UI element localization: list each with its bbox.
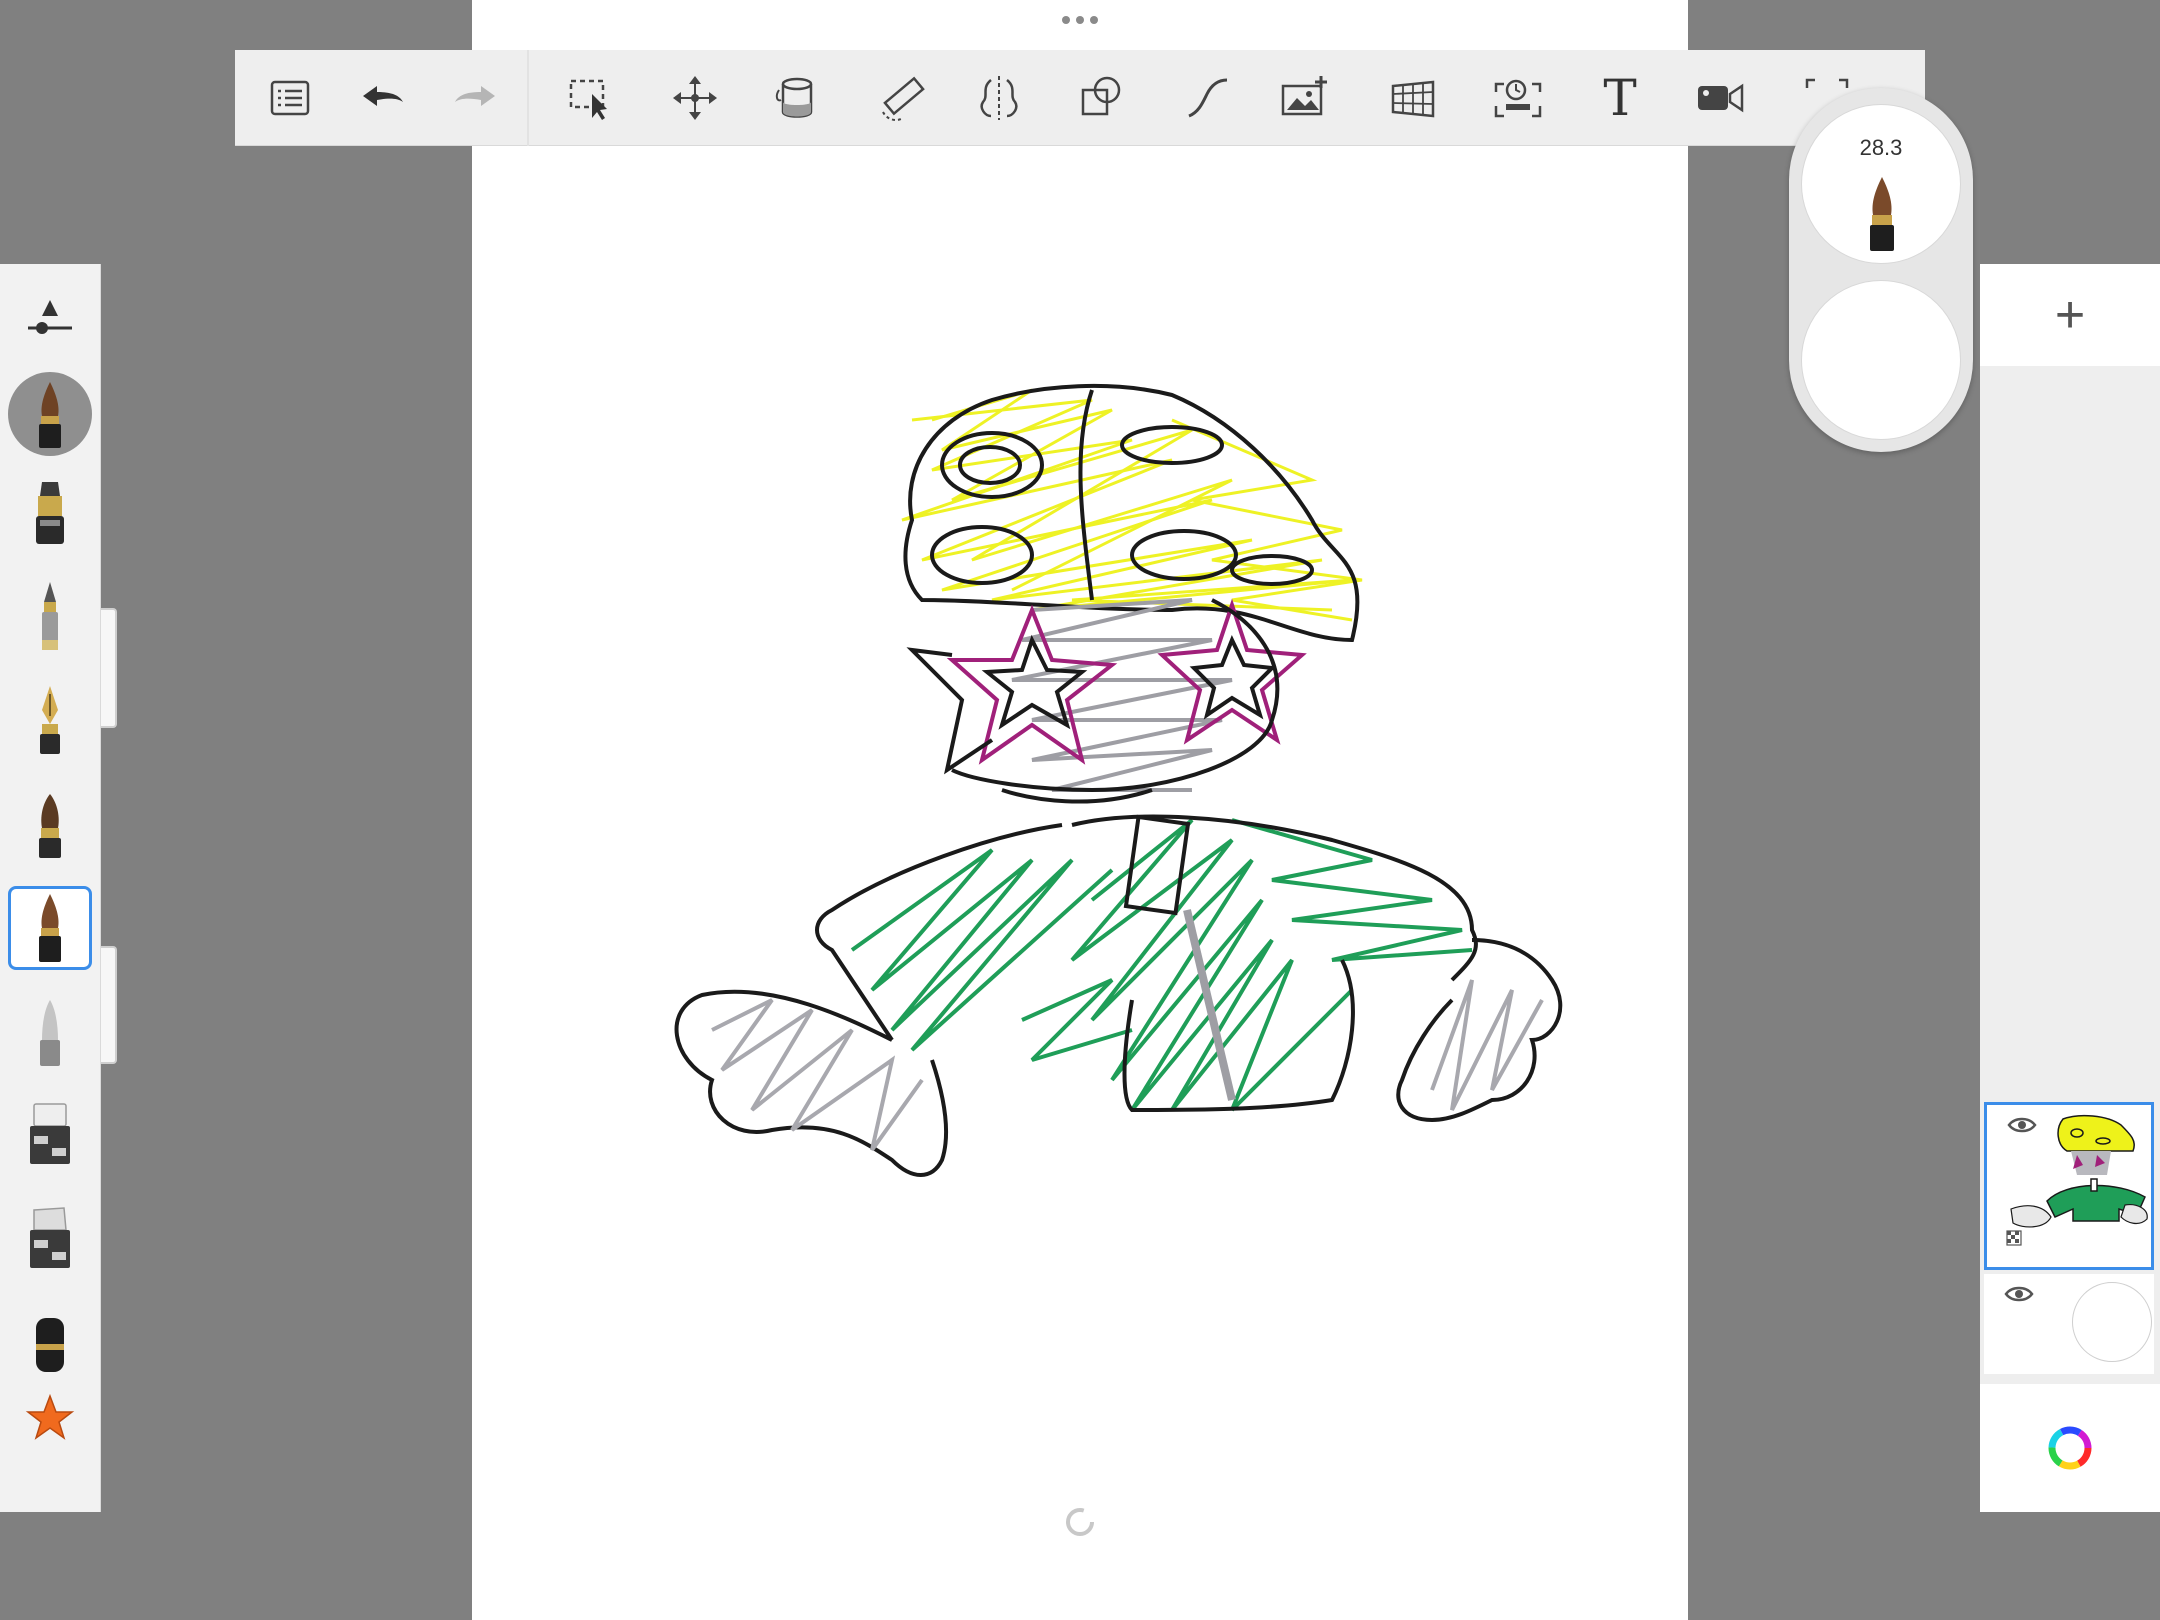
brush-size-puck[interactable]: 28.3 [1801,104,1961,264]
fill-bucket-icon[interactable] [767,68,827,128]
smudge-brush-icon[interactable] [8,1298,92,1382]
brush-properties-icon[interactable] [8,282,92,366]
drawing-canvas[interactable] [472,0,1688,1620]
loading-spinner-icon [1066,1508,1094,1536]
helmet-scribble [901,388,1363,622]
color-wheel-icon [2048,1426,2092,1470]
text-icon[interactable]: T [1590,68,1650,128]
body-scribble [850,818,1473,1112]
brush-opacity-puck[interactable] [1801,280,1961,440]
brush-palette [0,264,101,1512]
top-toolbar: T [235,50,1925,146]
symmetry-icon[interactable] [969,68,1029,128]
shapes-icon[interactable] [1071,68,1131,128]
redo-icon[interactable] [445,68,505,128]
favorites-star-icon[interactable] [8,1378,92,1462]
current-brush-icon [1870,177,1894,251]
undo-icon[interactable] [353,68,413,128]
layer-background[interactable] [1984,1274,2154,1374]
stroke-curve-icon[interactable] [1177,68,1237,128]
add-layer-button[interactable]: + [1980,264,2160,366]
eye-icon[interactable] [2004,1284,2034,1304]
eraser-soft-icon[interactable] [8,1194,92,1278]
airbrush-icon[interactable] [8,470,92,554]
toolbar-drag-handle[interactable] [1055,12,1105,28]
sketch-artwork [674,383,1563,1177]
eraser-hard-icon[interactable] [8,1090,92,1174]
layer-drawing[interactable] [1984,1102,2154,1270]
add-image-icon[interactable] [1275,68,1335,128]
layer-thumbnail [2006,1114,2148,1246]
recent-brush-icon[interactable] [8,372,92,456]
brush-set-tab[interactable] [101,608,117,728]
brush-puck[interactable]: 28.3 [1789,88,1973,452]
menu-list-icon[interactable] [260,68,320,128]
perspective-grid-icon[interactable] [1383,68,1443,128]
toolbar-separator [527,50,529,146]
layer-panel: + [1980,264,2160,1512]
brush-set-tab[interactable] [101,946,117,1064]
text-tool-glyph: T [1603,69,1637,127]
color-editor-button[interactable] [1980,1384,2160,1512]
paint-brush-icon[interactable] [8,782,92,866]
pencil-icon[interactable] [8,574,92,658]
transform-move-icon[interactable] [665,68,725,128]
ink-pen-icon[interactable] [8,678,92,762]
ruler-icon[interactable] [873,68,933,128]
add-layer-icon: + [2054,286,2086,344]
selection-icon[interactable] [560,68,620,128]
chisel-brush-icon[interactable] [8,990,92,1074]
brush-size-value: 28.3 [1859,135,1903,160]
record-video-icon[interactable] [1690,68,1750,128]
background-color-swatch[interactable] [2072,1282,2152,1362]
marker-brush-icon[interactable] [8,886,92,970]
time-lapse-icon[interactable] [1488,68,1548,128]
